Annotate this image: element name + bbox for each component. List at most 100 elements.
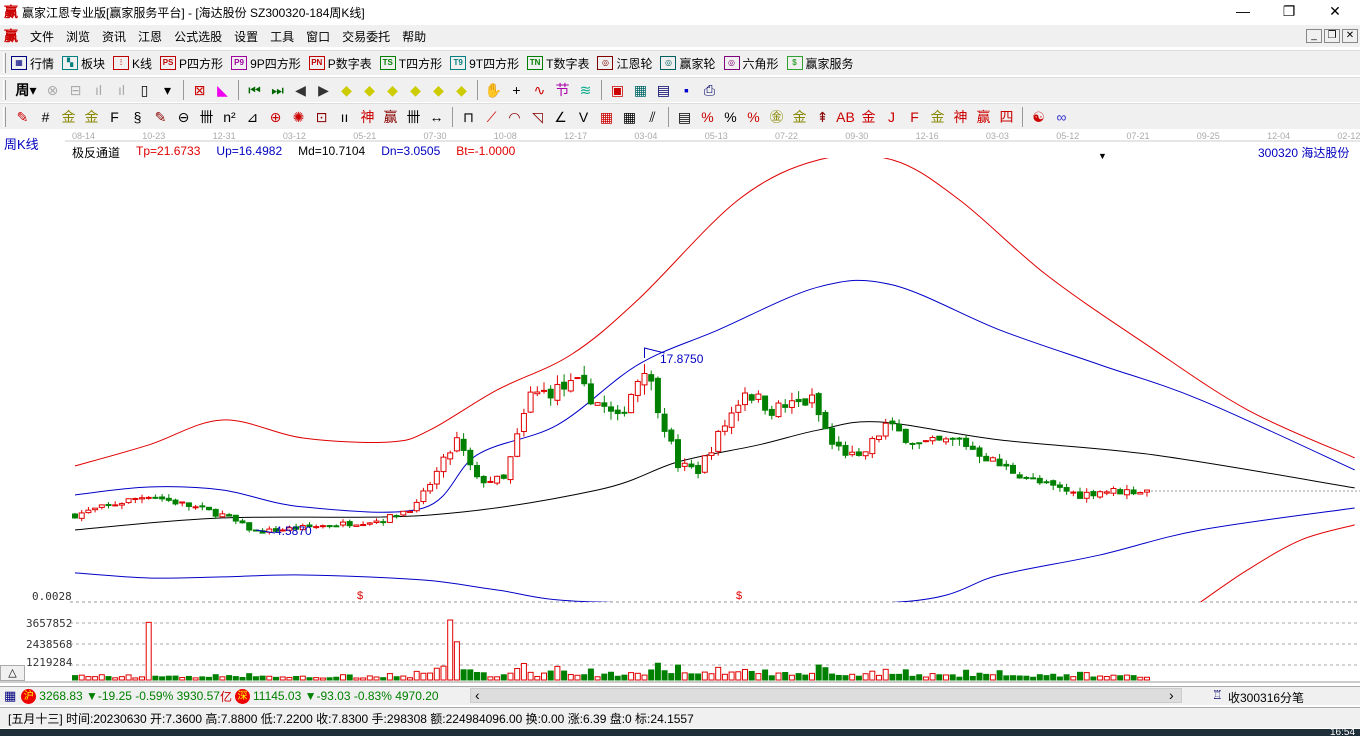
f-icon[interactable]: F [103, 107, 126, 127]
ab-icon[interactable]: AB [834, 107, 857, 127]
target-icon[interactable]: ⊕ [264, 107, 287, 127]
quote-table-icon[interactable]: ▦ [4, 688, 16, 704]
grid2-icon[interactable]: ▦ [595, 107, 618, 127]
print-icon[interactable]: ⎙ [698, 80, 721, 100]
menu-item[interactable]: 设置 [228, 28, 264, 45]
menu-item[interactable]: 资讯 [96, 28, 132, 45]
menu-item[interactable]: 帮助 [396, 28, 432, 45]
ds-icon[interactable]: ≋ [574, 80, 597, 100]
gold3-icon[interactable]: 金 [788, 107, 811, 127]
menu-item[interactable]: 文件 [24, 28, 60, 45]
fan2-icon[interactable]: ◹ [526, 107, 549, 127]
yellow-x-icon[interactable]: ◆ [404, 80, 427, 100]
pen-icon[interactable]: ✎ [11, 107, 34, 127]
infinity-icon[interactable]: ∞ [1050, 107, 1073, 127]
fan-icon[interactable]: ⟋ [480, 107, 503, 127]
arc-icon[interactable]: ◠ [503, 107, 526, 127]
scroll-left-button[interactable]: ‹ [475, 687, 480, 703]
mdi-restore-button[interactable]: ❐ [1324, 29, 1340, 43]
grid3-icon[interactable]: ▦ [618, 107, 641, 127]
spiral-icon[interactable]: § [126, 107, 149, 127]
hand-icon[interactable]: ✋ [482, 80, 505, 100]
pct2-icon[interactable]: % [742, 107, 765, 127]
chart-icon[interactable]: ⊗ [41, 80, 64, 100]
yellow-cross-icon[interactable]: ◆ [450, 80, 473, 100]
period-select[interactable]: 周▾ [11, 80, 41, 100]
grid-icon[interactable]: # [34, 107, 57, 127]
calendar-icon[interactable]: ▣ [606, 80, 629, 100]
shen2-icon[interactable]: 神 [949, 107, 972, 127]
fan3-icon[interactable]: ∠ [549, 107, 572, 127]
n2-icon[interactable]: n² [218, 107, 241, 127]
mdi-close-button[interactable]: ✕ [1342, 29, 1358, 43]
toolbar-button[interactable]: ▚ 板块 [62, 55, 105, 72]
brush-icon[interactable]: ✎ [149, 107, 172, 127]
box-icon[interactable]: ⊓ [457, 107, 480, 127]
last-icon[interactable]: ⏭ [266, 80, 289, 100]
menu-item[interactable]: 浏览 [60, 28, 96, 45]
first-icon[interactable]: ⏮ [243, 80, 266, 100]
right-icon[interactable]: ▶ [312, 80, 335, 100]
dropdown-icon[interactable]: ▾ [156, 80, 179, 100]
ying-icon[interactable]: 赢 [379, 107, 402, 127]
f2-icon[interactable]: F [903, 107, 926, 127]
square-icon[interactable]: ⊡ [310, 107, 333, 127]
ying2-icon[interactable]: 赢 [972, 107, 995, 127]
toolbar-button[interactable]: T9 9T四方形 [450, 55, 519, 72]
lines-icon[interactable]: ıı [333, 107, 356, 127]
bars9-icon[interactable]: ıl [110, 80, 133, 100]
gold-circle-icon[interactable]: ㊎ [765, 107, 788, 127]
jie-icon[interactable]: 节 [551, 80, 574, 100]
index-scrollbar[interactable]: ‹ › [470, 687, 1182, 703]
scroll-right-button[interactable]: › [1169, 687, 1174, 703]
yellow-y-icon[interactable]: ◆ [427, 80, 450, 100]
menu-item[interactable]: 工具 [264, 28, 300, 45]
menu-item[interactable]: 交易委托 [336, 28, 396, 45]
toolbar-button[interactable]: TN T数字表 [527, 55, 589, 72]
range-icon[interactable]: ↔ [425, 107, 448, 127]
toolbar-button[interactable]: P9 9P四方形 [231, 55, 301, 72]
cross-icon[interactable]: + [505, 80, 528, 100]
menu-item[interactable]: 公式选股 [168, 28, 228, 45]
tally-icon[interactable]: 卌 [195, 107, 218, 127]
toolbar-button[interactable]: $ 赢家服务 [786, 55, 854, 72]
taiji-icon[interactable]: ☯ [1027, 107, 1050, 127]
bars3-icon[interactable]: ıl [87, 80, 110, 100]
star-icon[interactable]: ✺ [287, 107, 310, 127]
yellow-right-icon[interactable]: ◆ [358, 80, 381, 100]
mdi-minimize-button[interactable]: _ [1306, 29, 1322, 43]
menu-item[interactable]: 江恩 [132, 28, 168, 45]
gold2-icon[interactable]: 金 [80, 107, 103, 127]
pct1-icon[interactable]: % [696, 107, 719, 127]
candle-icon[interactable]: ▯ [133, 80, 156, 100]
color-icon[interactable]: ◣ [211, 80, 234, 100]
list-icon[interactable]: ▤ [652, 80, 675, 100]
yellow-left-icon[interactable]: ◆ [335, 80, 358, 100]
angle-icon[interactable]: ⊿ [241, 107, 264, 127]
pct-icon[interactable]: % [719, 107, 742, 127]
wave-icon[interactable]: ∿ [528, 80, 551, 100]
doc-icon[interactable]: ⊟ [64, 80, 87, 100]
circle-icon[interactable]: ⊖ [172, 107, 195, 127]
shen-icon[interactable]: 神 [356, 107, 379, 127]
toolbar-button[interactable]: ⫶ K线 [113, 55, 152, 72]
kline-chart[interactable]: 08-14 10-23 12-31 03-12 05-21 07-30 10-08 12-17… [0, 129, 1360, 683]
para-icon[interactable]: ⫽ [641, 107, 664, 127]
tick-status[interactable]: 收300316分笔 [1228, 689, 1304, 706]
toolbar-button[interactable]: PN P数字表 [308, 55, 372, 72]
toolbar-button[interactable]: PS P四方形 [160, 55, 223, 72]
toolbar-button[interactable]: ◎ 六角形 [723, 55, 779, 72]
gold4-icon[interactable]: 金 [857, 107, 880, 127]
toolbar-button[interactable]: ▦ 行情 [11, 55, 54, 72]
gann-icon[interactable]: ⊠ [188, 80, 211, 100]
j-icon[interactable]: J [880, 107, 903, 127]
yellow-lr-icon[interactable]: ◆ [381, 80, 404, 100]
maximize-button[interactable]: ❐ [1266, 0, 1312, 24]
gold5-icon[interactable]: 金 [926, 107, 949, 127]
comb-icon[interactable]: 卌 [402, 107, 425, 127]
minimize-button[interactable]: — [1220, 0, 1266, 24]
v-icon[interactable]: V [572, 107, 595, 127]
close-button[interactable]: ✕ [1312, 0, 1358, 24]
toolbar-button[interactable]: ◎ 赢家轮 [660, 55, 716, 72]
gold1-icon[interactable]: 金 [57, 107, 80, 127]
